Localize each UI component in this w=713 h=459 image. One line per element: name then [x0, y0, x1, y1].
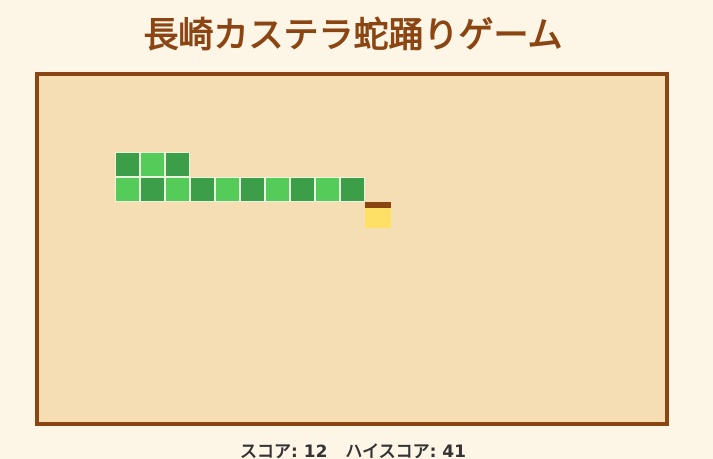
- snake-segment: [240, 177, 265, 202]
- game-page: 長崎カステラ蛇踊りゲーム スコア: 12 ハイスコア: 41: [0, 0, 713, 459]
- snake-segment: [165, 152, 190, 177]
- snake-segment: [115, 177, 140, 202]
- snake-segment: [190, 177, 215, 202]
- score-display: スコア: 12 ハイスコア: 41: [0, 440, 706, 459]
- snake-segment: [290, 177, 315, 202]
- high-score-value: 41: [442, 442, 466, 459]
- snake-segment: [165, 177, 190, 202]
- snake-segment: [140, 152, 165, 177]
- game-title: 長崎カステラ蛇踊りゲーム: [143, 16, 563, 56]
- snake-segment: [265, 177, 290, 202]
- high-score-label: ハイスコア:: [345, 442, 437, 459]
- castella-icon: [365, 202, 391, 228]
- snake-segment: [215, 177, 240, 202]
- snake-segment: [315, 177, 340, 202]
- snake-head: [340, 177, 365, 202]
- game-board[interactable]: [35, 72, 669, 426]
- snake-segment: [140, 177, 165, 202]
- castella-sponge: [365, 208, 391, 228]
- score-value: 12: [303, 442, 328, 459]
- snake-segment: [115, 152, 140, 177]
- score-label: スコア:: [240, 442, 298, 459]
